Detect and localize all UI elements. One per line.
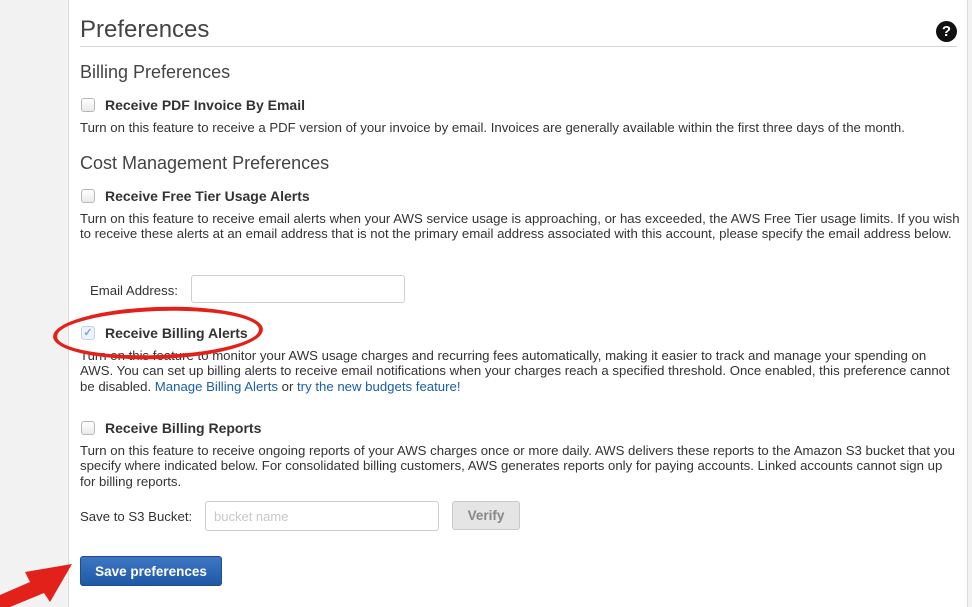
pdf-invoice-checkbox[interactable] [81,98,95,112]
red-arrow-annotation [0,564,72,607]
free-tier-description: Turn on this feature to receive email al… [80,211,960,242]
link-connector: or [277,378,298,394]
billing-reports-description: Turn on this feature to receive ongoing … [80,443,955,489]
email-address-input[interactable] [191,275,405,303]
pdf-invoice-label: Receive PDF Invoice By Email [105,97,305,113]
free-tier-label: Receive Free Tier Usage Alerts [105,188,310,204]
pdf-invoice-row: Receive PDF Invoice By Email [81,97,305,113]
page-title: Preferences [80,16,210,43]
billing-reports-row: Receive Billing Reports [81,420,261,436]
try-budgets-link[interactable]: try the new budgets feature! [297,379,460,394]
verify-button[interactable]: Verify [452,501,520,530]
cost-management-heading: Cost Management Preferences [80,153,330,173]
s3-bucket-label: Save to S3 Bucket: [80,509,193,524]
billing-preferences-heading: Billing Preferences [80,62,231,82]
s3-bucket-input[interactable] [205,501,439,531]
save-preferences-button[interactable]: Save preferences [80,556,222,586]
billing-reports-checkbox[interactable] [81,421,95,435]
email-address-label: Email Address: [90,283,178,298]
free-tier-row: Receive Free Tier Usage Alerts [81,188,310,204]
manage-billing-alerts-link[interactable]: Manage Billing Alerts [155,379,278,394]
billing-reports-label: Receive Billing Reports [105,420,262,436]
title-divider [80,46,957,47]
question-circle-icon[interactable]: ? [936,21,957,42]
free-tier-checkbox[interactable] [81,189,95,203]
pdf-invoice-description: Turn on this feature to receive a PDF ve… [80,120,905,135]
billing-alerts-description: Turn on this feature to monitor your AWS… [80,348,960,394]
preferences-panel: Preferences ? Billing Preferences Receiv… [68,0,968,607]
